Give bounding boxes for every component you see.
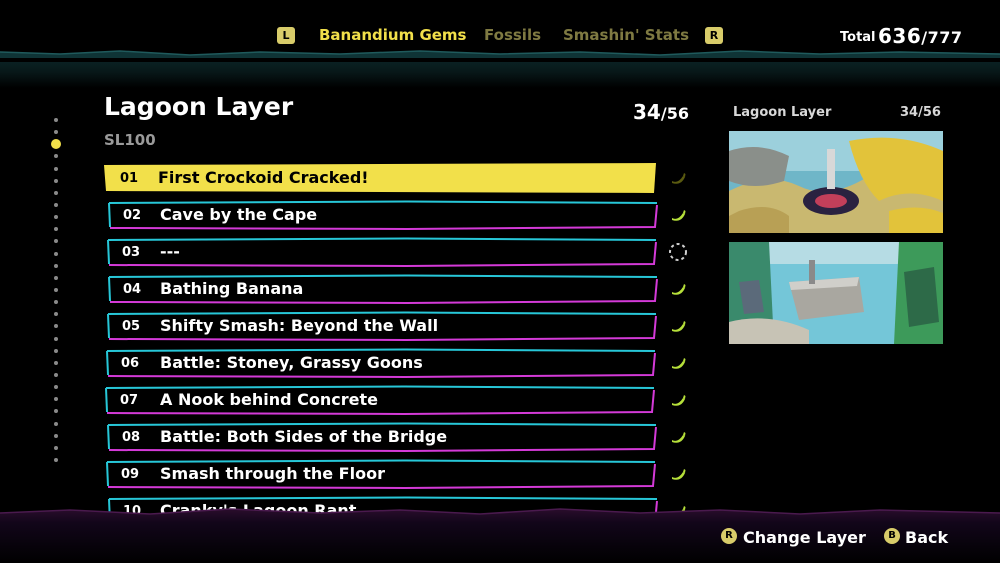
gem-number: 01 — [120, 171, 139, 186]
back-hint[interactable]: Back — [905, 528, 948, 547]
gem-number: 02 — [123, 208, 142, 223]
preview-screenshot-2 — [729, 242, 943, 344]
gem-name: Battle: Stoney, Grassy Goons — [160, 353, 423, 372]
preview-screenshot-1 — [729, 131, 943, 233]
gem-row[interactable]: 05 Shifty Smash: Beyond the Wall — [106, 311, 658, 341]
gem-row[interactable]: 03 --- — [106, 237, 658, 267]
banana-icon — [672, 395, 686, 406]
total-max: /777 — [921, 28, 963, 47]
gem-list: 01 First Crockoid Cracked! 02 Cave by the C… — [0, 0, 700, 526]
banana-icon — [672, 210, 686, 221]
total-counter: 636/777 — [878, 24, 963, 48]
gem-row-background — [107, 237, 657, 267]
gem-number: 06 — [121, 356, 140, 371]
gem-row[interactable]: 09 Smash through the Floor — [105, 459, 657, 489]
gem-row[interactable]: 01 First Crockoid Cracked! — [104, 163, 656, 193]
gem-number: 08 — [122, 430, 141, 445]
gem-name: Cave by the Cape — [160, 205, 318, 224]
banana-icon — [672, 432, 686, 443]
gem-number: 07 — [120, 393, 139, 408]
gem-name: Bathing Banana — [160, 279, 304, 298]
banana-icon — [672, 173, 686, 184]
gem-name: Smash through the Floor — [160, 464, 385, 483]
b-button-icon: B — [884, 528, 900, 544]
gem-number: 03 — [122, 245, 141, 260]
gem-number: 09 — [121, 467, 140, 482]
r-stick-icon: R — [721, 528, 737, 544]
gem-row[interactable]: 07 A Nook behind Concrete — [104, 385, 656, 415]
gem-name: A Nook behind Concrete — [160, 390, 378, 409]
total-current: 636 — [878, 24, 922, 48]
change-layer-hint[interactable]: Change Layer — [743, 528, 866, 547]
banana-icon — [672, 284, 686, 295]
gem-number: 04 — [123, 282, 142, 297]
preview-title: Lagoon Layer — [733, 105, 832, 120]
gem-row[interactable]: 02 Cave by the Cape — [107, 200, 659, 230]
r-button-icon[interactable]: R — [705, 27, 723, 44]
gem-name: First Crockoid Cracked! — [158, 168, 369, 187]
dashed-circle-icon — [669, 243, 687, 261]
banana-icon — [672, 321, 686, 332]
banana-icon — [672, 469, 686, 480]
total-label: Total — [840, 30, 876, 45]
gem-name: Battle: Both Sides of the Bridge — [160, 427, 448, 446]
gem-name: Shifty Smash: Beyond the Wall — [160, 316, 439, 335]
gem-number: 05 — [122, 319, 141, 334]
gem-row[interactable]: 04 Bathing Banana — [107, 274, 659, 304]
banana-icon — [672, 358, 686, 369]
gem-name: --- — [160, 242, 180, 261]
gem-row[interactable]: 08 Battle: Both Sides of the Bridge — [106, 422, 658, 452]
preview-count: 34/56 — [900, 105, 941, 120]
gem-row[interactable]: 06 Battle: Stoney, Grassy Goons — [105, 348, 657, 378]
